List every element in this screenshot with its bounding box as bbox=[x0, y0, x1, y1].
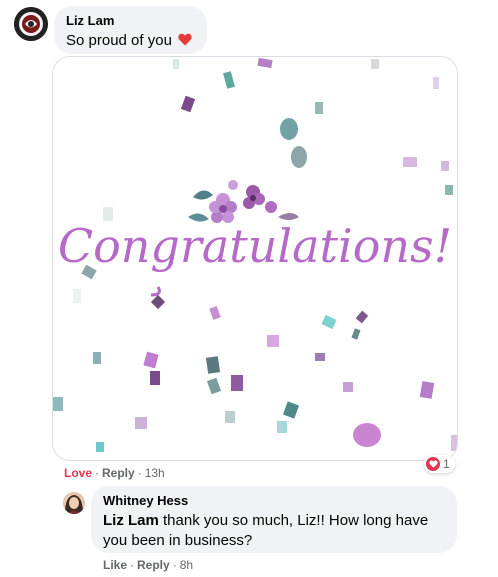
mention-link[interactable]: Liz Lam bbox=[103, 512, 159, 529]
heart-emoji-icon bbox=[178, 32, 192, 49]
gif-text: Congratulations! bbox=[58, 219, 452, 273]
separator: · bbox=[95, 466, 100, 480]
separator: · bbox=[172, 558, 177, 572]
comment-timestamp[interactable]: 8h bbox=[180, 558, 193, 572]
comment-text: So proud of you bbox=[66, 31, 192, 51]
avatar-whitney-hess[interactable] bbox=[63, 492, 85, 514]
comment-actions-liz: Love · Reply · 13h bbox=[64, 465, 165, 481]
heart-icon bbox=[426, 457, 440, 471]
comment-author[interactable]: Liz Lam bbox=[66, 13, 192, 29]
comment-timestamp[interactable]: 13h bbox=[145, 466, 165, 480]
like-button[interactable]: Like bbox=[103, 558, 127, 572]
congratulations-gif[interactable]: Congratulations! bbox=[52, 56, 458, 461]
love-button[interactable]: Love bbox=[64, 466, 92, 480]
reply-button[interactable]: Reply bbox=[102, 466, 135, 480]
separator: · bbox=[130, 558, 135, 572]
comment-actions-whitney: Like · Reply · 8h bbox=[103, 557, 193, 573]
comment-bubble-whitney: Whitney Hess Liz Lam thank you so much, … bbox=[91, 486, 457, 553]
avatar-liz-lam[interactable] bbox=[14, 7, 48, 41]
comment-text: Liz Lam thank you so much, Liz!! How lon… bbox=[103, 512, 429, 549]
reply-button[interactable]: Reply bbox=[137, 558, 170, 572]
comment-author[interactable]: Whitney Hess bbox=[103, 493, 449, 509]
reaction-number: 1 bbox=[443, 457, 450, 471]
comment-bubble-liz: Liz Lam So proud of you bbox=[54, 6, 207, 54]
separator: · bbox=[137, 466, 142, 480]
reaction-count[interactable]: 1 bbox=[424, 455, 455, 473]
